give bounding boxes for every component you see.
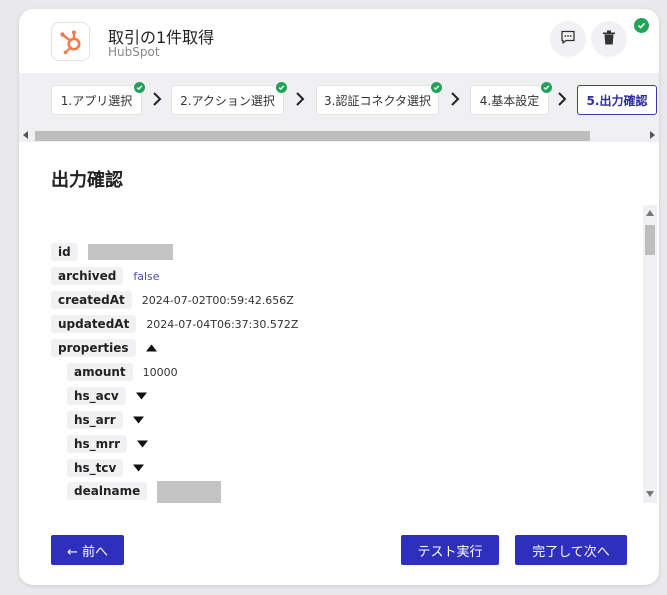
field-key: archived: [51, 267, 124, 285]
field-row-archived[interactable]: archived false: [51, 266, 160, 286]
field-row-dealname[interactable]: dealname: [67, 481, 222, 503]
redacted-value: [157, 481, 222, 503]
expand-triangle-icon[interactable]: [137, 440, 149, 448]
horizontal-scrollbar[interactable]: [19, 128, 659, 142]
field-row-updatedAt[interactable]: updatedAt 2024-07-04T06:37:30.572Z: [51, 314, 298, 334]
step-label: 1.アプリ選択: [60, 93, 133, 108]
expand-triangle-icon[interactable]: [133, 464, 145, 472]
field-key: id: [51, 243, 78, 261]
back-button[interactable]: ← 前へ: [51, 535, 124, 565]
chevron-right-icon: [153, 92, 162, 106]
check-circle-icon: [541, 82, 552, 93]
field-key: hs_acv: [67, 387, 126, 405]
field-row-hs-acv[interactable]: hs_acv: [67, 386, 147, 406]
chevron-right-icon: [296, 92, 305, 106]
field-key: createdAt: [51, 291, 132, 309]
field-value: 2024-07-04T06:37:30.572Z: [146, 317, 299, 331]
step-label: 4.基本設定: [479, 93, 540, 108]
field-key: properties: [51, 339, 136, 357]
scroll-left-arrow-icon[interactable]: [23, 131, 29, 139]
step-label: 5.出力確認: [586, 93, 648, 108]
field-key: updatedAt: [51, 315, 137, 333]
check-circle-icon: [431, 82, 442, 93]
check-circle-icon: [634, 18, 649, 33]
chevron-right-icon: [558, 92, 567, 106]
chevron-right-icon: [451, 92, 460, 106]
field-row-createdAt[interactable]: createdAt 2024-07-02T00:59:42.656Z: [51, 290, 294, 310]
hubspot-logo-icon: [51, 22, 90, 61]
field-key: hs_mrr: [67, 435, 128, 453]
step-action-select[interactable]: 2.アクション選択: [171, 82, 287, 115]
check-circle-icon: [134, 82, 145, 93]
field-row-hs-arr[interactable]: hs_arr: [67, 410, 144, 430]
app-name: HubSpot: [108, 45, 160, 59]
collapse-triangle-icon[interactable]: [145, 344, 157, 352]
step-label: 2.アクション選択: [180, 93, 275, 108]
step-connector-select[interactable]: 3.認証コネクタ選択: [316, 82, 442, 115]
scrollbar-thumb[interactable]: [35, 131, 590, 141]
field-row-properties[interactable]: properties: [51, 338, 157, 358]
field-row-hs-mrr[interactable]: hs_mrr: [67, 434, 149, 454]
step-basic-settings[interactable]: 4.基本設定: [470, 82, 552, 115]
field-value: 2024-07-02T00:59:42.656Z: [141, 293, 294, 307]
redacted-value: [87, 244, 173, 260]
header: 取引の1件取得 HubSpot: [19, 9, 659, 73]
step-label: 3.認証コネクタ選択: [324, 93, 431, 108]
field-row-amount[interactable]: amount 10000: [67, 362, 178, 382]
delete-button[interactable]: [591, 21, 627, 57]
vertical-scrollbar[interactable]: [643, 205, 657, 503]
step-output-confirm[interactable]: 5.出力確認: [577, 85, 657, 115]
field-key: hs_tcv: [67, 459, 124, 477]
field-key: dealname: [67, 482, 148, 500]
trash-icon: [602, 30, 616, 49]
step-app-select[interactable]: 1.アプリ選択: [51, 82, 145, 115]
field-value: false: [133, 269, 160, 283]
check-circle-icon: [276, 82, 287, 93]
scroll-right-arrow-icon[interactable]: [649, 131, 655, 139]
comment-button[interactable]: [550, 21, 586, 57]
field-row-id[interactable]: id: [51, 242, 173, 262]
field-value: 10000: [142, 365, 178, 379]
test-run-button[interactable]: テスト実行: [401, 535, 499, 565]
comment-icon: [560, 29, 576, 49]
step-navigation: 1.アプリ選択 2.アクション選択 3.認証コネクタ選択 4.基本設定 5.出力…: [19, 73, 659, 135]
modal-card: 取引の1件取得 HubSpot 1.アプリ選択 2.アクション選択 3.認証コネ…: [19, 9, 659, 585]
complete-next-button[interactable]: 完了して次へ: [515, 535, 627, 565]
field-key: amount: [67, 363, 133, 381]
output-list: id archived false createdAt 2024-07-02T0…: [45, 205, 641, 503]
scroll-down-arrow-icon[interactable]: [646, 491, 654, 497]
scroll-up-arrow-icon[interactable]: [646, 210, 654, 216]
expand-triangle-icon[interactable]: [132, 416, 144, 424]
field-row-hs-tcv[interactable]: hs_tcv: [67, 458, 145, 478]
field-key: hs_arr: [67, 411, 123, 429]
scrollbar-thumb[interactable]: [645, 225, 655, 255]
section-title: 出力確認: [51, 170, 123, 191]
expand-triangle-icon[interactable]: [135, 392, 147, 400]
